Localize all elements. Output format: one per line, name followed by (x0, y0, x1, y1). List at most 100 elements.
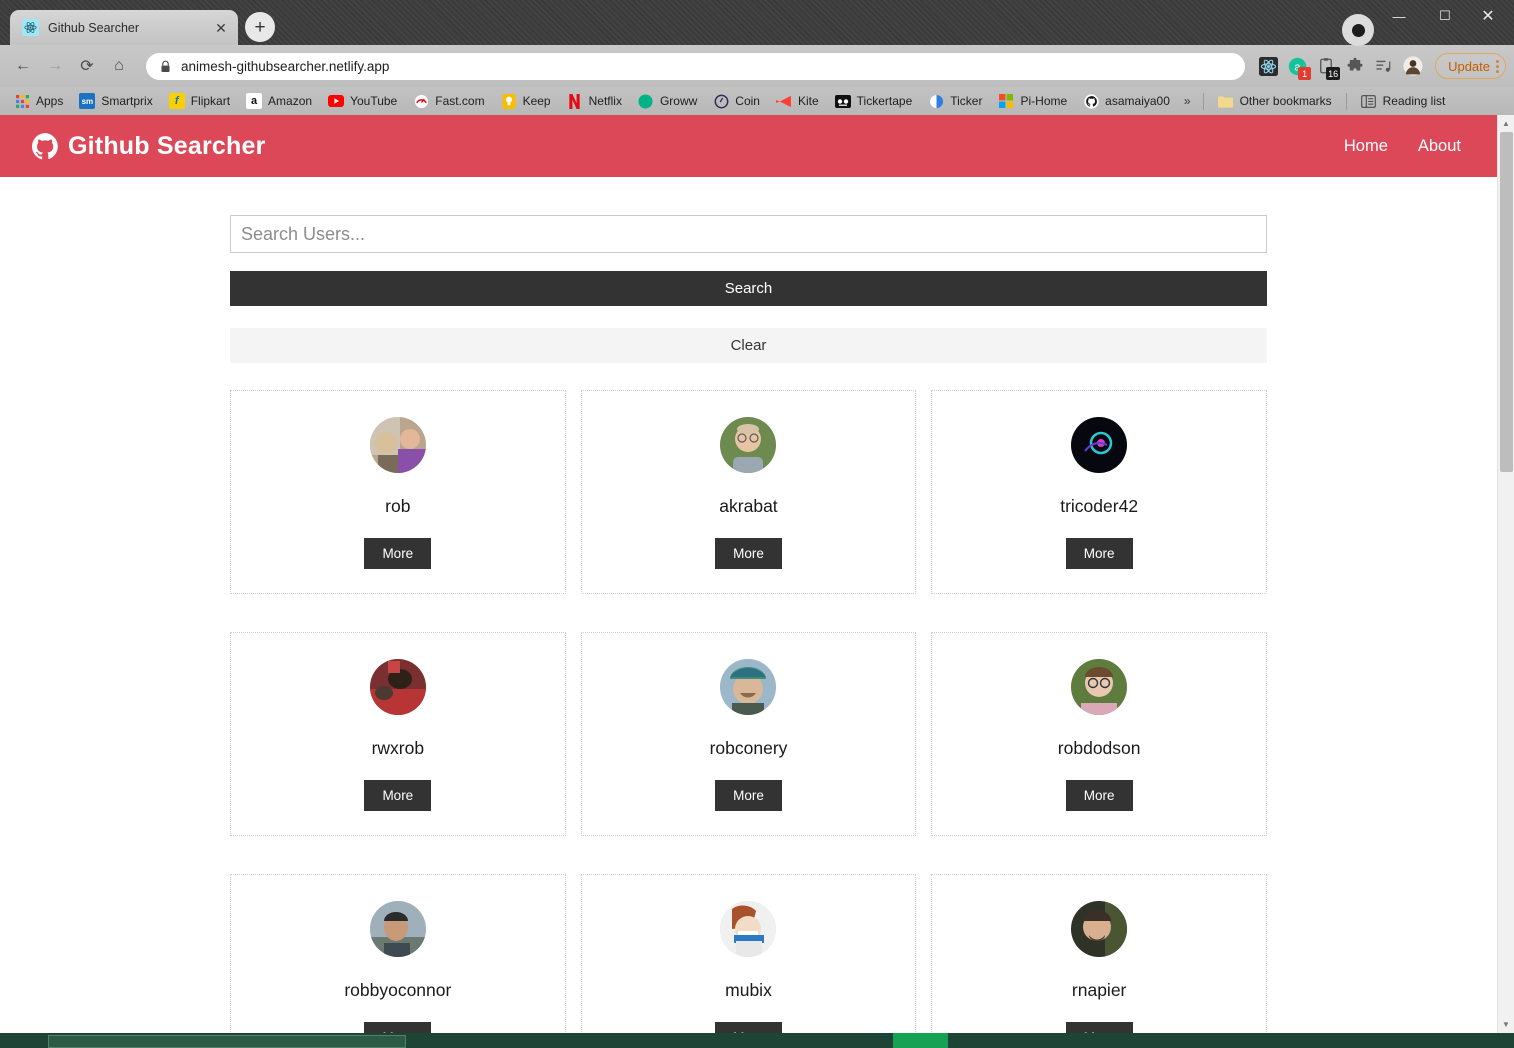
window-profile-badge[interactable] (1342, 14, 1374, 46)
bookmark-pi-home[interactable]: Pi-Home (990, 90, 1075, 112)
more-button[interactable]: More (715, 538, 782, 569)
bookmark-ticker[interactable]: Ticker (920, 90, 990, 112)
tab-title: Github Searcher (48, 20, 140, 35)
react-icon (22, 19, 39, 36)
more-button[interactable]: More (364, 1022, 432, 1033)
bookmark-label: asamaiya00 (1105, 94, 1170, 108)
other-bookmarks-label: Other bookmarks (1239, 94, 1332, 108)
scroll-down-arrow-icon[interactable]: ▼ (1498, 1016, 1514, 1033)
user-card: rob More (230, 390, 566, 594)
nav-link-about[interactable]: About (1418, 137, 1461, 156)
update-button-label: Update (1448, 58, 1490, 74)
flipkart-icon: f (168, 93, 185, 109)
user-login: robdodson (1057, 738, 1141, 758)
bookmark-label: Tickertape (856, 94, 913, 108)
bookmark-label: Smartprix (101, 94, 153, 108)
profile-avatar[interactable] (1400, 53, 1426, 79)
browser-toolbar: ← → ⟳ ⌂ animesh-githubsearcher.netlify.a… (0, 45, 1514, 87)
clipboard-extension-icon[interactable]: 16 (1313, 53, 1341, 80)
scrollbar-thumb[interactable] (1500, 132, 1513, 472)
ticker-icon (928, 93, 944, 109)
page-content: Github Searcher Home About Search Clear (0, 115, 1497, 1033)
user-login: akrabat (719, 496, 778, 516)
bookmark-asamaiya00[interactable]: asamaiya00 (1075, 90, 1178, 112)
update-button[interactable]: Update (1435, 53, 1506, 79)
search-input[interactable] (230, 215, 1267, 253)
bookmark-label: Flipkart (190, 94, 231, 108)
home-icon[interactable]: ⌂ (104, 51, 134, 81)
user-card: akrabat More (580, 390, 917, 594)
page-scrollbar[interactable]: ▲ ▼ (1497, 115, 1514, 1033)
grammarly-badge: 1 (1298, 67, 1312, 80)
amazon-icon: a (246, 93, 263, 109)
window-close-button[interactable]: ✕ (1468, 0, 1514, 32)
bookmark-flipkart[interactable]: f Flipkart (161, 90, 238, 112)
user-login: robconery (709, 738, 788, 758)
bookmark-label: Coin (735, 94, 760, 108)
bookmarks-overflow-icon[interactable]: » (1178, 94, 1197, 108)
bookmark-amazon[interactable]: a Amazon (238, 90, 320, 112)
profile-badge-inner (1351, 23, 1365, 37)
user-login: mubix (725, 980, 772, 1000)
user-card: rnapier More (931, 874, 1267, 1033)
bookmark-tickertape[interactable]: Tickertape (827, 90, 921, 112)
grammarly-icon[interactable]: a 1 (1284, 53, 1312, 80)
address-bar-url: animesh-githubsearcher.netlify.app (181, 58, 390, 74)
smartprix-icon: sm (79, 93, 96, 109)
window-maximize-button[interactable]: ☐ (1422, 0, 1468, 32)
bookmark-youtube[interactable]: YouTube (320, 90, 405, 112)
user-card: robconery More (580, 632, 917, 836)
reading-list-icon (1361, 93, 1377, 109)
github-icon (1083, 93, 1099, 109)
browser-menu-icon[interactable] (1496, 59, 1499, 73)
more-button[interactable]: More (1065, 538, 1133, 569)
bookmark-coin[interactable]: Coin (705, 90, 768, 112)
more-button[interactable]: More (1065, 780, 1133, 811)
clipboard-badge: 16 (1326, 67, 1341, 80)
user-login: rob (385, 496, 411, 516)
more-button[interactable]: More (715, 1022, 782, 1033)
bookmark-keep[interactable]: Keep (493, 90, 559, 112)
google-keep-icon (501, 93, 517, 109)
bookmark-label: Amazon (268, 94, 313, 108)
bookmark-netflix[interactable]: Netflix (559, 90, 630, 112)
media-playlist-icon[interactable] (1371, 53, 1397, 79)
more-button[interactable]: More (715, 780, 782, 811)
page-viewport: Github Searcher Home About Search Clear (0, 115, 1514, 1033)
extensions-puzzle-icon[interactable] (1342, 53, 1368, 79)
youtube-icon (328, 93, 345, 109)
bookmark-fastcom[interactable]: Fast.com (405, 90, 492, 112)
bookmark-apps[interactable]: Apps (6, 90, 71, 112)
more-button[interactable]: More (364, 780, 432, 811)
back-icon[interactable]: ← (8, 51, 38, 81)
tab-close-icon[interactable]: ✕ (212, 19, 230, 37)
new-tab-button[interactable]: + (245, 12, 275, 42)
avatar (720, 659, 777, 715)
user-card: robdodson More (931, 632, 1267, 836)
github-mark-icon (32, 132, 59, 160)
other-bookmarks-folder[interactable]: Other bookmarks (1210, 90, 1340, 112)
main-container: Search Clear rob More akrabat (230, 177, 1267, 1033)
scroll-up-arrow-icon[interactable]: ▲ (1498, 115, 1514, 132)
bookmark-smartprix[interactable]: sm Smartprix (71, 90, 160, 112)
search-button[interactable]: Search (230, 271, 1267, 306)
bookmark-groww[interactable]: Groww (630, 90, 705, 112)
nav-link-home[interactable]: Home (1344, 137, 1388, 156)
address-bar[interactable]: animesh-githubsearcher.netlify.app (146, 52, 1246, 80)
forward-icon[interactable]: → (40, 51, 70, 81)
bookmark-label: Keep (522, 94, 551, 108)
reading-list-button[interactable]: Reading list (1353, 90, 1454, 112)
taskbar-active-window[interactable] (48, 1035, 406, 1048)
user-card: rwxrob More (230, 632, 566, 836)
user-login: rnapier (1071, 980, 1127, 1000)
clear-button[interactable]: Clear (230, 328, 1267, 363)
more-button[interactable]: More (1065, 1022, 1133, 1033)
window-minimize-button[interactable]: — (1376, 0, 1422, 32)
react-devtools-icon[interactable] (1255, 53, 1281, 79)
more-button[interactable]: More (364, 538, 432, 569)
brand[interactable]: Github Searcher (32, 132, 266, 161)
reload-icon[interactable]: ⟳ (72, 51, 102, 81)
browser-tab[interactable]: Github Searcher ✕ (10, 10, 238, 45)
bookmark-label: Netflix (588, 94, 622, 108)
bookmark-kite[interactable]: Kite (768, 90, 827, 112)
